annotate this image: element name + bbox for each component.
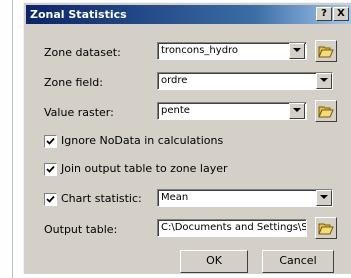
zone-dataset-combo[interactable]: troncons_hydro <box>157 42 307 60</box>
output-table-value: C:\Documents and Settings\S. <box>161 222 307 233</box>
chevron-down-icon <box>320 78 328 82</box>
background-window-strip <box>0 0 23 278</box>
chevron-down-icon <box>293 108 301 112</box>
open-folder-icon <box>318 106 334 118</box>
background-divider <box>12 0 13 278</box>
check-icon <box>46 137 55 145</box>
open-folder-icon <box>318 223 334 235</box>
open-folder-icon <box>318 46 334 58</box>
zone-field-combo[interactable]: ordre <box>157 72 333 90</box>
check-icon <box>46 195 55 203</box>
zone-field-value: ordre <box>161 75 188 86</box>
cancel-button[interactable]: Cancel <box>262 250 334 273</box>
close-button[interactable]: X <box>333 7 349 21</box>
dialog-title: Zonal Statistics <box>30 8 127 21</box>
ignore-nodata-label[interactable]: Ignore NoData in calculations <box>61 134 223 147</box>
ignore-nodata-checkbox[interactable] <box>44 135 57 148</box>
zone-field-dropdown-button[interactable] <box>316 73 332 89</box>
chart-statistic-checkbox[interactable] <box>44 193 57 206</box>
output-table-field[interactable]: C:\Documents and Settings\S. <box>157 219 307 237</box>
value-raster-label: Value raster: <box>44 106 114 119</box>
title-bar[interactable]: Zonal Statistics ? X <box>26 5 351 24</box>
chevron-down-icon <box>320 195 328 199</box>
value-raster-combo[interactable]: pente <box>157 102 307 120</box>
ok-button[interactable]: OK <box>180 250 248 273</box>
chevron-down-icon <box>293 48 301 52</box>
chart-statistic-label: Chart statistic: <box>61 192 142 205</box>
join-output-checkbox[interactable] <box>44 163 57 176</box>
value-raster-browse-button[interactable] <box>315 100 337 122</box>
zone-field-label: Zone field: <box>44 76 103 89</box>
chart-statistic-value: Mean <box>161 192 189 203</box>
help-button[interactable]: ? <box>316 7 332 21</box>
zone-dataset-label: Zone dataset: <box>44 46 121 59</box>
zonal-statistics-dialog: Zonal Statistics ? X Zone dataset: tronc… <box>23 2 351 274</box>
value-raster-value: pente <box>161 105 190 116</box>
chart-statistic-combo[interactable]: Mean <box>157 189 333 207</box>
value-raster-dropdown-button[interactable] <box>289 103 305 119</box>
join-output-label[interactable]: Join output table to zone layer <box>61 162 228 175</box>
zone-dataset-value: troncons_hydro <box>161 45 239 56</box>
zone-dataset-browse-button[interactable] <box>315 40 337 62</box>
chart-statistic-dropdown-button[interactable] <box>316 190 332 206</box>
check-icon <box>46 165 55 173</box>
zone-dataset-dropdown-button[interactable] <box>289 43 305 59</box>
output-table-label: Output table: <box>44 223 118 236</box>
output-table-browse-button[interactable] <box>315 217 337 239</box>
